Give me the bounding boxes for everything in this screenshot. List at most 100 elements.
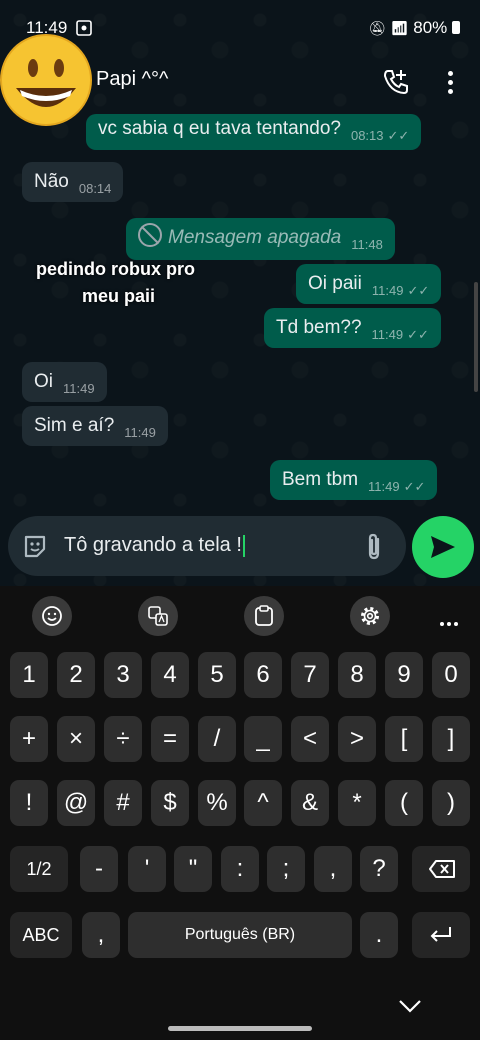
- message-input[interactable]: Tô gravando a tela !: [64, 534, 245, 557]
- message-outgoing[interactable]: Td bem?? 11:49 ✓✓: [264, 308, 441, 348]
- key-5[interactable]: 5: [198, 652, 236, 698]
- message-outgoing[interactable]: Bem tbm 11:49 ✓✓: [270, 460, 438, 500]
- message-outgoing[interactable]: vc sabia q eu tava tentando? 08:13 ✓✓: [86, 114, 422, 150]
- clipboard-toolbar-icon[interactable]: [244, 596, 284, 636]
- key-asterisk[interactable]: *: [338, 780, 376, 826]
- overlay-caption: pedindo robux pro meu paii: [36, 256, 195, 310]
- message-text: Sim e aí?: [34, 415, 115, 436]
- gear-icon: [361, 607, 379, 625]
- message-time: 11:49: [368, 479, 400, 494]
- message-time: 11:48: [351, 237, 383, 252]
- message-time: 11:49: [124, 425, 156, 440]
- key-semicolon[interactable]: ;: [267, 846, 305, 892]
- key-period[interactable]: .: [360, 912, 398, 958]
- settings-toolbar-icon[interactable]: [350, 596, 390, 636]
- mute-icon: 🔕︎: [368, 20, 386, 36]
- emoji-icon: [42, 606, 62, 626]
- key-0[interactable]: 0: [432, 652, 470, 698]
- scroll-indicator[interactable]: [474, 282, 478, 392]
- key-hyphen[interactable]: -: [80, 846, 118, 892]
- more-toolbar-icon[interactable]: [440, 613, 464, 626]
- key-comma-bottom[interactable]: ,: [82, 912, 120, 958]
- key-percent[interactable]: %: [198, 780, 236, 826]
- key-question[interactable]: ?: [360, 846, 398, 892]
- message-incoming[interactable]: Sim e aí? 11:49: [22, 406, 168, 446]
- key-greater-than[interactable]: >: [338, 716, 376, 762]
- key-underscore[interactable]: _: [244, 716, 282, 762]
- key-divide[interactable]: ÷: [104, 716, 142, 762]
- key-less-than[interactable]: <: [291, 716, 329, 762]
- key-page-toggle[interactable]: 1/2: [10, 846, 68, 892]
- message-text: vc sabia q eu tava tentando?: [98, 118, 341, 139]
- key-multiply[interactable]: ×: [57, 716, 95, 762]
- message-text: Oi: [34, 371, 53, 392]
- more-options-icon[interactable]: [446, 70, 454, 94]
- message-text: Bem tbm: [282, 469, 359, 490]
- sticker-icon[interactable]: [22, 534, 48, 560]
- translate-icon: [148, 606, 168, 626]
- key-1[interactable]: 1: [10, 652, 48, 698]
- message-time: 11:49: [371, 327, 404, 342]
- message-time: 08:14: [78, 181, 112, 196]
- message-text: Oi paii: [308, 273, 362, 294]
- message-input-text: Tô gravando a tela !: [64, 534, 242, 556]
- key-plus[interactable]: +: [10, 716, 48, 762]
- send-icon: [431, 536, 455, 558]
- message-incoming[interactable]: Oi 11:49: [22, 362, 107, 402]
- send-button[interactable]: [412, 516, 474, 578]
- key-exclamation[interactable]: !: [10, 780, 48, 826]
- emoji-toolbar-icon[interactable]: [32, 596, 72, 636]
- key-comma[interactable]: ,: [314, 846, 352, 892]
- message-time: 11:49: [63, 381, 95, 396]
- avatar[interactable]: [0, 30, 92, 130]
- space-key[interactable]: Português (BR): [128, 912, 352, 958]
- read-ticks-icon: ✓✓: [407, 327, 429, 342]
- read-ticks-icon: ✓✓: [407, 283, 430, 298]
- key-apostrophe[interactable]: ': [128, 846, 166, 892]
- key-9[interactable]: 9: [385, 652, 423, 698]
- message-input-bar[interactable]: Tô gravando a tela !: [8, 516, 406, 576]
- key-6[interactable]: 6: [244, 652, 282, 698]
- key-slash[interactable]: /: [198, 716, 236, 762]
- text-cursor: [242, 534, 245, 557]
- key-dollar[interactable]: $: [151, 780, 189, 826]
- message-text: Mensagem apagada: [168, 227, 342, 248]
- backspace-key[interactable]: [412, 846, 470, 892]
- key-quote[interactable]: ": [174, 846, 212, 892]
- message-deleted[interactable]: Mensagem apagada 11:48: [126, 218, 395, 260]
- key-close-bracket[interactable]: ]: [432, 716, 470, 762]
- message-text: Td bem??: [276, 317, 362, 338]
- battery-level: 80%: [413, 18, 448, 37]
- key-abc[interactable]: ABC: [10, 912, 72, 958]
- add-call-icon[interactable]: [382, 68, 410, 96]
- wifi-icon: 📶︎: [390, 20, 409, 36]
- key-equals[interactable]: =: [151, 716, 189, 762]
- key-at[interactable]: @: [57, 780, 95, 826]
- overlay-line: pedindo robux pro: [36, 259, 195, 279]
- message-time: 08:13: [350, 128, 384, 143]
- key-8[interactable]: 8: [338, 652, 376, 698]
- key-colon[interactable]: :: [221, 846, 259, 892]
- key-close-paren[interactable]: ): [432, 780, 470, 826]
- key-caret[interactable]: ^: [244, 780, 282, 826]
- key-3[interactable]: 3: [104, 652, 142, 698]
- key-open-bracket[interactable]: [: [385, 716, 423, 762]
- key-open-paren[interactable]: (: [385, 780, 423, 826]
- backspace-icon: [429, 860, 455, 878]
- overlay-line: meu paii: [82, 286, 156, 306]
- key-7[interactable]: 7: [291, 652, 329, 698]
- home-indicator[interactable]: [168, 1026, 312, 1031]
- translate-toolbar-icon[interactable]: [138, 596, 178, 636]
- key-ampersand[interactable]: &: [291, 780, 329, 826]
- contact-name[interactable]: Papi ^°^: [96, 68, 168, 91]
- key-hash[interactable]: #: [104, 780, 142, 826]
- message-outgoing[interactable]: Oi paii 11:49 ✓✓: [296, 264, 442, 304]
- message-incoming[interactable]: Não 08:14: [22, 162, 124, 202]
- hide-keyboard-icon[interactable]: [398, 998, 422, 1014]
- clipboard-icon: [255, 605, 273, 626]
- key-2[interactable]: 2: [57, 652, 95, 698]
- message-time: 11:49: [371, 283, 404, 298]
- key-4[interactable]: 4: [151, 652, 189, 698]
- enter-key[interactable]: [412, 912, 470, 958]
- attach-icon[interactable]: [362, 532, 386, 562]
